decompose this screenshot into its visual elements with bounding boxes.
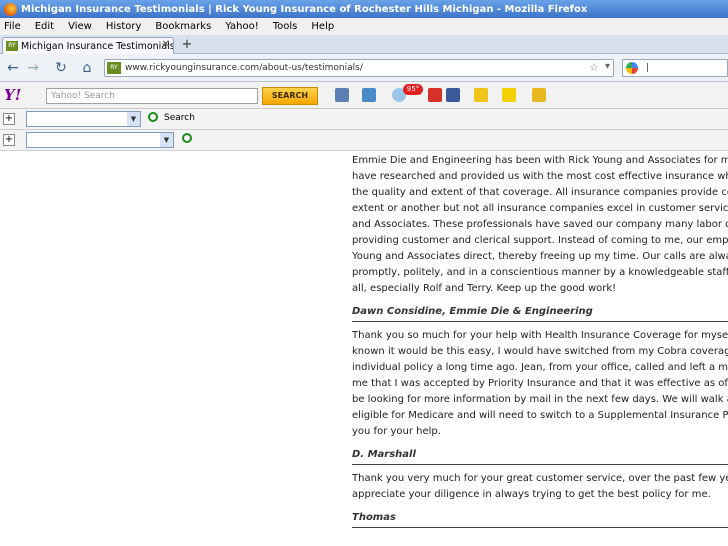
toolbar-combo-1[interactable]: ▼ [26, 111, 141, 127]
custom-toolbar-2: + ▼ [0, 130, 728, 151]
mail-icon[interactable] [362, 88, 376, 102]
yahoo-search-placeholder: Yahoo! Search [51, 91, 115, 101]
browser-search-box[interactable]: | [622, 59, 728, 77]
testimonial-line: providing customer and clerical support.… [352, 235, 728, 246]
chevron-down-icon[interactable]: ▼ [160, 133, 173, 147]
window-title: Michigan Insurance Testimonials | Rick Y… [21, 3, 588, 15]
site-favicon-icon: RY [6, 41, 18, 51]
search-icon[interactable] [182, 133, 192, 143]
testimonial-line: eligible for Medicare and will need to s… [352, 410, 728, 421]
reload-icon[interactable]: ↻ [52, 59, 70, 77]
search-caret-icon: | [646, 63, 650, 73]
expand-toolbar-icon[interactable]: + [3, 134, 15, 146]
testimonial-line: Young and Associates direct, thereby fre… [352, 251, 728, 262]
menu-edit[interactable]: Edit [35, 21, 54, 32]
page-content: Emmie Die and Engineering has been with … [0, 153, 728, 546]
yahoo-search-input[interactable]: Yahoo! Search [46, 88, 258, 104]
testimonial-line: you for your help. [352, 426, 441, 437]
window-title-bar: Michigan Insurance Testimonials | Rick Y… [0, 0, 728, 18]
firefox-logo-icon [4, 2, 17, 16]
testimonial-signature: Thomas [352, 507, 728, 528]
url-dropdown-icon[interactable]: ▾ [605, 61, 610, 72]
testimonial-line: Thank you so much for your help with Hea… [352, 330, 728, 341]
url-favicon-icon: RY [107, 62, 121, 74]
testimonial-2: Thank you so much for your help with Hea… [352, 328, 728, 465]
games-icon[interactable] [474, 88, 488, 102]
weather-temperature-badge: 95° [403, 84, 423, 95]
testimonial-line: Thank you very much for your great custo… [352, 473, 728, 484]
testimonial-signature: D. Marshall [352, 444, 728, 465]
testimonial-line: and Associates. These professionals have… [352, 219, 728, 230]
toolbar-combo-2[interactable]: ▼ [26, 132, 174, 148]
search-icon[interactable] [148, 112, 158, 122]
tab-label: Michigan Insurance Testimonials | Rick Y… [21, 40, 174, 52]
address-bar[interactable]: RY www.rickyounginsurance.com/about-us/t… [104, 59, 614, 77]
back-arrow-icon[interactable]: ← [4, 59, 22, 77]
toolbar-extra-icon[interactable] [532, 88, 546, 102]
forward-arrow-icon[interactable]: → [24, 59, 42, 77]
testimonial-line: me that I was accepted by Priority Insur… [352, 378, 728, 389]
testimonial-line: all, especially Rolf and Terry. Keep up … [352, 283, 617, 294]
tab-bar: RY Michigan Insurance Testimonials | Ric… [0, 35, 728, 54]
testimonial-line: appreciate your diligence in always tryi… [352, 489, 711, 500]
testimonial-signature: Dawn Considine, Emmie Die & Engineering [352, 301, 728, 322]
navigation-bar: ← → ↻ ⌂ RY www.rickyounginsurance.com/ab… [0, 54, 728, 82]
testimonials-column: Emmie Die and Engineering has been with … [352, 153, 728, 534]
tab-testimonials[interactable]: RY Michigan Insurance Testimonials | Ric… [2, 37, 174, 54]
menu-yahoo[interactable]: Yahoo! [225, 21, 258, 32]
yahoo-toolbar: Y! Yahoo! Search SEARCH 95° [0, 82, 728, 109]
expand-toolbar-icon[interactable]: + [3, 113, 15, 125]
google-logo-icon [626, 62, 638, 74]
toolbar-search-label[interactable]: Search [164, 113, 195, 123]
menu-tools[interactable]: Tools [273, 21, 298, 32]
menu-help[interactable]: Help [311, 21, 334, 32]
ebay-icon[interactable] [502, 88, 516, 102]
testimonial-1: Emmie Die and Engineering has been with … [352, 153, 728, 322]
testimonial-line: individual policy a long time ago. Jean,… [352, 362, 728, 373]
testimonial-line: Emmie Die and Engineering has been with … [352, 155, 728, 166]
bookmarks-icon[interactable] [335, 88, 349, 102]
facebook-icon[interactable] [446, 88, 460, 102]
testimonial-line: promptly, politely, and in a conscientio… [352, 267, 728, 278]
menu-history[interactable]: History [106, 21, 142, 32]
custom-toolbar-1: + ▼ Search [0, 109, 728, 130]
testimonial-line: known it would be this easy, I would hav… [352, 346, 728, 357]
testimonial-line: extent or another but not all insurance … [352, 203, 728, 214]
testimonial-line: the quality and extent of that coverage.… [352, 187, 728, 198]
new-tab-button[interactable]: + [179, 38, 195, 52]
url-text: www.rickyounginsurance.com/about-us/test… [125, 63, 363, 73]
menu-file[interactable]: File [4, 21, 21, 32]
news-icon[interactable] [428, 88, 442, 102]
yahoo-search-button[interactable]: SEARCH [262, 87, 318, 105]
home-icon[interactable]: ⌂ [78, 59, 96, 77]
bookmark-star-icon[interactable]: ☆ [589, 61, 599, 74]
testimonial-line: have researched and provided us with the… [352, 171, 728, 182]
chevron-down-icon[interactable]: ▼ [127, 112, 140, 126]
testimonial-3: Thank you very much for your great custo… [352, 471, 728, 528]
yahoo-logo-icon[interactable]: Y! [4, 86, 21, 104]
menu-view[interactable]: View [68, 21, 92, 32]
menu-bar: File Edit View History Bookmarks Yahoo! … [0, 18, 728, 35]
close-tab-icon[interactable]: ✕ [162, 39, 170, 50]
testimonial-line: be looking for more information by mail … [352, 394, 728, 405]
menu-bookmarks[interactable]: Bookmarks [155, 21, 211, 32]
